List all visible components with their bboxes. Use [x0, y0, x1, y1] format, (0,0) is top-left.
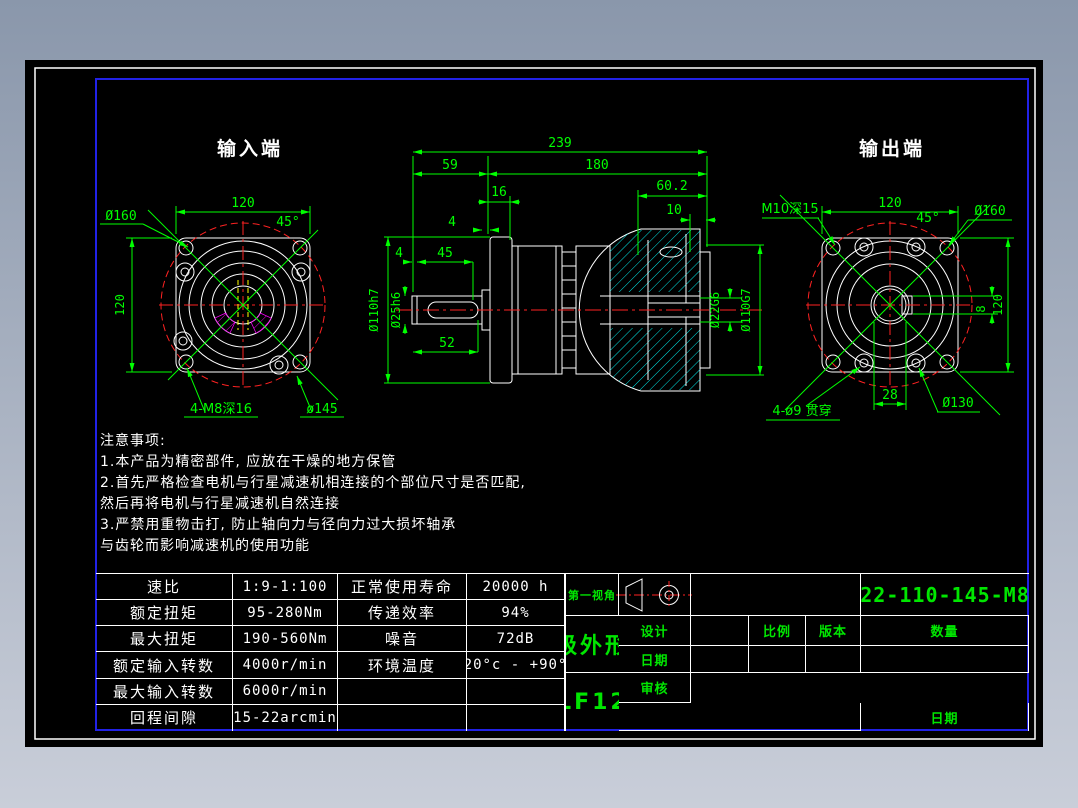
spec-label: 额定输入转数: [96, 652, 233, 678]
drawing-canvas[interactable]: 输入端 输出端: [25, 60, 1043, 747]
dim-input-width: 120: [231, 196, 254, 211]
dim-output-width: 120: [878, 196, 901, 211]
spec-value: -20°c - +90°c: [467, 652, 565, 678]
dim-input-outer: Ø160: [105, 209, 136, 224]
dim-10: 10: [666, 203, 682, 218]
spec-value: [467, 705, 565, 731]
dim-4-top: 4: [448, 215, 456, 230]
input-view: 120 120 Ø160 45° 4-M8深16 ø145: [100, 196, 344, 417]
spec-value: [467, 679, 565, 705]
dim-shaft-dia: Ø25h6: [389, 292, 403, 328]
quantity-value: [861, 646, 1029, 673]
quantity-label: 数量: [861, 616, 1029, 646]
dim-16: 16: [491, 185, 507, 200]
dim-input-bc: ø145: [306, 402, 337, 417]
cad-screenshot: 输入端 输出端: [0, 0, 1078, 808]
note-line: 与齿轮而影响减速机的使用功能: [100, 536, 560, 557]
spec-label: 额定扭矩: [96, 600, 233, 626]
spec-value: 94%: [467, 600, 565, 626]
spec-value: 1:9-1:100: [233, 574, 338, 600]
version-value: [806, 646, 861, 673]
date-value: [691, 646, 749, 673]
dim-60-2: 60.2: [656, 179, 687, 194]
note-line: 1.本产品为精密部件, 应放在干燥的地方保管: [100, 452, 560, 473]
spec-label: [338, 679, 467, 705]
dim-bore: Ø22G6: [708, 292, 722, 328]
projection-symbol-cell: [619, 574, 691, 616]
spec-table: 速比 1:9-1:100 正常使用寿命 20000 h 额定扭矩 95-280N…: [96, 573, 565, 731]
check-label: 审核: [619, 673, 691, 703]
dim-output-angle: 45°: [916, 211, 939, 226]
spec-value: 190-560Nm: [233, 626, 338, 652]
dim-output-height: 120: [991, 294, 1005, 316]
scale-label: 比例: [749, 616, 806, 646]
output-view-title: 输出端: [859, 137, 925, 160]
spec-label: 环境温度: [338, 652, 467, 678]
dim-59: 59: [442, 158, 458, 173]
spec-label: 回程间隙: [96, 705, 233, 731]
dim-45: 45: [437, 246, 453, 261]
dim-pilot-left: Ø110h7: [367, 288, 381, 331]
dim-input-height: 120: [113, 294, 127, 316]
version-label: 版本: [806, 616, 861, 646]
spec-label: 速比: [96, 574, 233, 600]
note-line: 2.首先严格检查电机与行星减速机相连接的个部位尺寸是否匹配,: [100, 473, 560, 494]
spec-label: 最大输入转数: [96, 679, 233, 705]
spec-label: [338, 705, 467, 731]
design-value: [691, 616, 749, 646]
spec-value: 95-280Nm: [233, 600, 338, 626]
dim-input-angle: 45°: [276, 215, 299, 230]
spec-value: 20000 h: [467, 574, 565, 600]
dim-52: 52: [439, 336, 455, 351]
dim-8: 8: [974, 305, 988, 312]
scale-value: [749, 646, 806, 673]
check-value: [619, 703, 861, 731]
dim-pilot-right: Ø110G7: [739, 288, 753, 331]
dim-output-bc: Ø130: [942, 396, 973, 411]
spec-label: 传递效率: [338, 600, 467, 626]
side-view: 239 59 180 16 60.2 10 4 4 45 52 Ø25h6 Ø1…: [367, 136, 764, 391]
first-angle-label: 第一视角: [566, 574, 619, 616]
date-label: 日期: [619, 646, 691, 673]
notes-heading: 注意事项:: [100, 431, 560, 452]
title-block: 第一视角 22-110-145-M8 设计 比例 版本 数量 二级外形图 日期 …: [565, 573, 1029, 731]
dim-180: 180: [585, 158, 608, 173]
dim-output-tap: M10深15: [761, 202, 818, 217]
spec-label: 正常使用寿命: [338, 574, 467, 600]
dim-overall: 239: [548, 136, 571, 151]
part-number: 22-110-145-M8: [861, 574, 1029, 616]
spec-value: 6000r/min: [233, 679, 338, 705]
note-line: 3.严禁用重物击打, 防止轴向力与径向力过大损坏轴承: [100, 515, 560, 536]
date-label: 日期: [861, 703, 1029, 731]
spec-value: 4000r/min: [233, 652, 338, 678]
input-view-title: 输入端: [217, 137, 283, 160]
empty-cell: [691, 574, 861, 616]
design-label: 设计: [619, 616, 691, 646]
drawing-name: 二级外形图: [566, 616, 619, 673]
notes-block: 注意事项: 1.本产品为精密部件, 应放在干燥的地方保管 2.首先严格检查电机与…: [100, 431, 560, 557]
spec-value: 72dB: [467, 626, 565, 652]
model-number: PLF120: [566, 673, 619, 731]
dim-output-through: 4-ø9 贯穿: [772, 403, 831, 419]
dim-input-bolt: 4-M8深16: [190, 402, 252, 417]
dim-output-outer: Ø160: [974, 204, 1005, 219]
dim-28: 28: [882, 388, 898, 403]
spec-value: 15-22arcmin: [233, 705, 338, 731]
note-line: 然后再将电机与行星减速机自然连接: [100, 494, 560, 515]
dim-4-shaft: 4: [395, 246, 403, 261]
spec-label: 最大扭矩: [96, 626, 233, 652]
spec-label: 噪音: [338, 626, 467, 652]
output-view: 120 120 45° Ø160 M10深15 4-ø9 贯穿 Ø130 28 …: [761, 195, 1014, 420]
